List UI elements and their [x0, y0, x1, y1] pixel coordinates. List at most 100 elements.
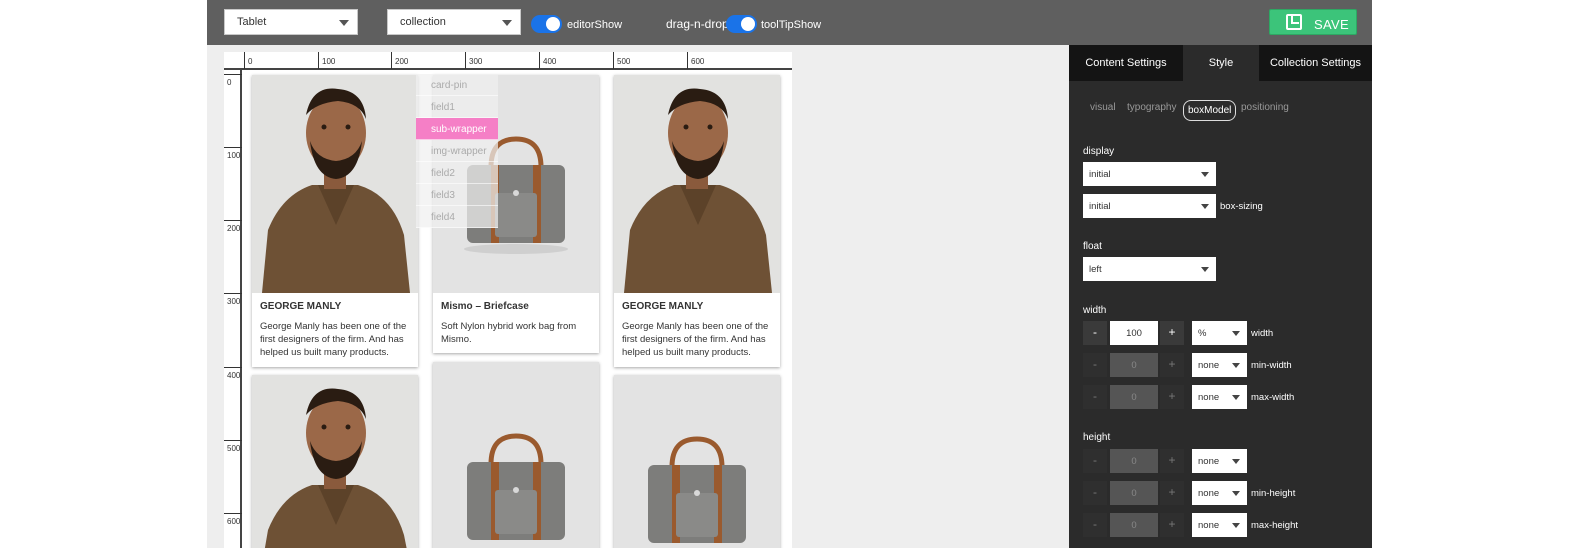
ruler-tick: 0: [244, 52, 252, 69]
chevron-down-icon: [339, 20, 349, 26]
min-height-unit-select[interactable]: none: [1192, 481, 1247, 505]
product-card[interactable]: [252, 375, 418, 548]
max-height-decrement-button[interactable]: -: [1083, 513, 1107, 537]
product-card[interactable]: GEORGE MANLY George Manly has been one o…: [252, 75, 418, 367]
max-width-increment-button[interactable]: +: [1160, 385, 1184, 409]
width-unit-value: %: [1198, 328, 1207, 339]
width-increment-button[interactable]: +: [1160, 321, 1184, 345]
ruler-tick: 400: [539, 52, 556, 69]
min-height-label: min-height: [1251, 488, 1296, 499]
save-button[interactable]: SAVE: [1269, 9, 1357, 35]
ruler-tick: 100: [224, 147, 242, 220]
min-width-increment-button[interactable]: +: [1160, 353, 1184, 377]
card-description: George Manly has been one of the first d…: [260, 321, 407, 358]
card-title: Mismo – Briefcase: [441, 301, 529, 312]
tab-collection-settings[interactable]: Collection Settings: [1259, 45, 1372, 81]
card-image: [433, 362, 599, 548]
save-icon: [1286, 14, 1302, 30]
drag-n-drop-label: drag-n-drop: [666, 17, 729, 31]
tooltip-show-label: toolTipShow: [761, 19, 822, 31]
display-label: display: [1083, 146, 1115, 157]
layer-item-sub-wrapper[interactable]: sub-wrapper: [416, 118, 498, 140]
float-select[interactable]: left: [1083, 257, 1216, 281]
card-image: [614, 375, 780, 548]
width-label: width: [1083, 305, 1107, 316]
max-width-decrement-button[interactable]: -: [1083, 385, 1107, 409]
subtab-positioning[interactable]: positioning: [1241, 102, 1289, 113]
max-height-increment-button[interactable]: +: [1160, 513, 1184, 537]
layer-item-img-wrapper[interactable]: img-wrapper: [416, 140, 498, 162]
top-toolbar: Tablet collection editorShow drag-n-drop…: [207, 0, 1372, 45]
max-width-unit-select[interactable]: none: [1192, 385, 1247, 409]
subtab-visual[interactable]: visual: [1090, 102, 1116, 113]
layer-item-field1[interactable]: field1: [416, 96, 498, 118]
layer-item-field2[interactable]: field2: [416, 162, 498, 184]
product-card[interactable]: GEORGE MANLY George Manly has been one o…: [614, 75, 780, 367]
height-unit-value: none: [1198, 456, 1220, 467]
chevron-down-icon: [1232, 523, 1240, 528]
layer-item-field3[interactable]: field3: [416, 184, 498, 206]
height-label: height: [1083, 432, 1111, 443]
min-width-unit-value: none: [1198, 360, 1220, 371]
width-row-label: width: [1251, 328, 1274, 339]
toggle-knob: [741, 17, 755, 31]
max-height-label: max-height: [1251, 520, 1298, 531]
box-sizing-label: box-sizing: [1220, 201, 1263, 212]
box-sizing-select[interactable]: initial: [1083, 194, 1216, 218]
device-select[interactable]: Tablet: [224, 9, 358, 35]
min-width-unit-select[interactable]: none: [1192, 353, 1247, 377]
display-select-value: initial: [1089, 169, 1111, 180]
layer-item-field4[interactable]: field4: [416, 206, 498, 228]
height-unit-select[interactable]: none: [1192, 449, 1247, 473]
editor-canvas[interactable]: 0 100 200 300 400 500 600 0 100 200 300 …: [224, 52, 792, 548]
min-width-input[interactable]: 0: [1110, 353, 1158, 377]
chevron-down-icon: [1232, 331, 1240, 336]
ruler-tick: 200: [391, 52, 408, 69]
max-width-input[interactable]: 0: [1110, 385, 1158, 409]
min-width-decrement-button[interactable]: -: [1083, 353, 1107, 377]
settings-panel: Content Settings Style Collection Settin…: [1069, 45, 1372, 548]
ruler-tick: 200: [224, 220, 242, 293]
min-height-input[interactable]: 0: [1110, 481, 1158, 505]
product-card[interactable]: [433, 362, 599, 548]
float-select-value: left: [1089, 264, 1102, 275]
width-unit-select[interactable]: %: [1192, 321, 1247, 345]
min-height-decrement-button[interactable]: -: [1083, 481, 1107, 505]
ruler-tick: 600: [687, 52, 704, 69]
card-image: [252, 375, 418, 548]
display-select[interactable]: initial: [1083, 162, 1216, 186]
ruler-tick: 100: [318, 52, 335, 69]
layer-tree-menu: card-pin field1 sub-wrapper img-wrapper …: [416, 74, 498, 228]
collection-select[interactable]: collection: [387, 9, 521, 35]
box-sizing-select-value: initial: [1089, 201, 1111, 212]
product-card[interactable]: [614, 375, 780, 548]
subtab-typography[interactable]: typography: [1127, 102, 1176, 113]
max-width-label: max-width: [1251, 392, 1295, 403]
tab-content-settings[interactable]: Content Settings: [1069, 45, 1183, 81]
ruler-tick: 0: [224, 74, 242, 147]
height-increment-button[interactable]: +: [1160, 449, 1184, 473]
man-photo-icon: [252, 375, 418, 548]
min-width-label: min-width: [1251, 360, 1292, 371]
card-image: [252, 75, 418, 293]
card-title: GEORGE MANLY: [622, 301, 704, 312]
height-decrement-button[interactable]: -: [1083, 449, 1107, 473]
man-photo-icon: [614, 75, 780, 293]
max-height-input[interactable]: 0: [1110, 513, 1158, 537]
tab-style[interactable]: Style: [1183, 45, 1259, 81]
width-input[interactable]: 100: [1110, 321, 1158, 345]
max-height-unit-select[interactable]: none: [1192, 513, 1247, 537]
drag-n-drop-toggle[interactable]: [726, 15, 757, 33]
editor-show-toggle[interactable]: [531, 15, 562, 33]
width-decrement-button[interactable]: -: [1083, 321, 1107, 345]
toggle-knob: [546, 17, 560, 31]
subtab-boxmodel[interactable]: boxModel: [1183, 100, 1237, 121]
layer-item-card-pin[interactable]: card-pin: [416, 74, 498, 96]
ruler-tick: 300: [465, 52, 482, 69]
height-input[interactable]: 0: [1110, 449, 1158, 473]
float-label: float: [1083, 241, 1102, 252]
save-button-label: SAVE: [1314, 17, 1349, 32]
max-height-unit-value: none: [1198, 520, 1220, 531]
min-height-increment-button[interactable]: +: [1160, 481, 1184, 505]
min-height-unit-value: none: [1198, 488, 1220, 499]
